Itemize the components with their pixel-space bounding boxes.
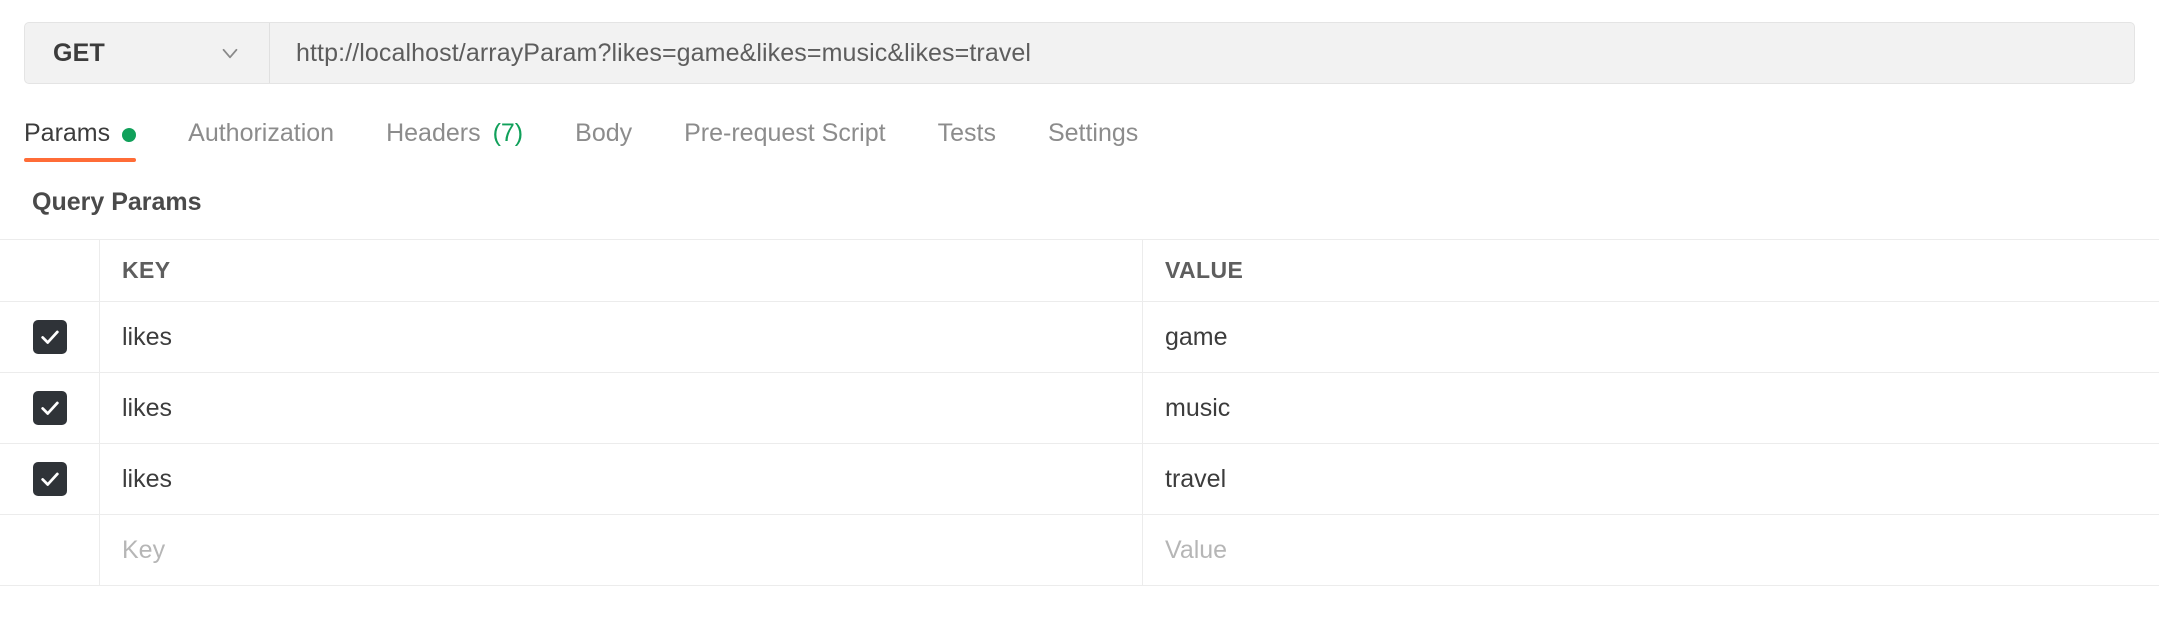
params-modified-dot-icon — [122, 128, 137, 142]
row-checkbox-cell — [0, 444, 100, 514]
query-params-table: KEY VALUE likes game likes music likes t… — [0, 239, 2159, 586]
tab-headers-count: (7) — [492, 119, 524, 147]
row-checkbox-cell-empty — [0, 515, 100, 585]
new-param-key-input[interactable]: Key — [100, 515, 1143, 585]
row-enabled-checkbox[interactable] — [32, 320, 67, 354]
tab-tests[interactable]: Tests — [912, 110, 1022, 162]
param-key-input[interactable]: likes — [100, 444, 1143, 514]
table-header-checkbox-cell — [0, 240, 100, 301]
tab-headers[interactable]: Headers (7) — [360, 110, 549, 162]
query-params-title: Query Params — [32, 188, 202, 216]
table-row: likes game — [0, 302, 2159, 373]
chevron-down-icon — [217, 40, 243, 66]
request-url-input[interactable]: http://localhost/arrayParam?likes=game&l… — [270, 23, 2134, 83]
tab-body[interactable]: Body — [549, 110, 658, 162]
http-method-label: GET — [53, 38, 105, 67]
request-bar-container: GET http://localhost/arrayParam?likes=ga… — [0, 0, 2159, 84]
param-key-input[interactable]: likes — [100, 373, 1143, 443]
request-tabs: Params Authorization Headers (7) Body Pr… — [0, 110, 2159, 162]
tab-authorization[interactable]: Authorization — [162, 110, 360, 162]
param-key-input[interactable]: likes — [100, 302, 1143, 372]
tab-params[interactable]: Params — [24, 110, 162, 162]
param-value-input[interactable]: music — [1143, 373, 2159, 443]
row-enabled-checkbox[interactable] — [32, 462, 67, 496]
tab-settings-label: Settings — [1047, 119, 1139, 147]
row-checkbox-cell — [0, 302, 100, 372]
tab-body-label: Body — [575, 119, 633, 147]
request-url-bar: GET http://localhost/arrayParam?likes=ga… — [24, 22, 2135, 84]
column-header-value: VALUE — [1165, 257, 1244, 283]
param-value-input[interactable]: game — [1143, 302, 2159, 372]
tab-authorization-label: Authorization — [188, 119, 335, 147]
tab-headers-label: Headers — [386, 119, 481, 147]
new-param-value-input[interactable]: Value — [1143, 515, 2159, 585]
table-row: likes music — [0, 373, 2159, 444]
row-checkbox-cell — [0, 373, 100, 443]
tab-tests-label: Tests — [937, 119, 996, 147]
tab-pre-request-script-label: Pre-request Script — [684, 119, 886, 147]
http-method-selector[interactable]: GET — [25, 23, 270, 83]
tab-settings[interactable]: Settings — [1022, 110, 1164, 162]
tab-pre-request-script[interactable]: Pre-request Script — [658, 110, 911, 162]
table-row-empty: Key Value — [0, 515, 2159, 586]
row-enabled-checkbox[interactable] — [32, 391, 67, 425]
table-header-row: KEY VALUE — [0, 240, 2159, 302]
param-value-input[interactable]: travel — [1143, 444, 2159, 514]
column-header-key: KEY — [100, 240, 1143, 301]
tab-params-label: Params — [24, 119, 111, 147]
table-row: likes travel — [0, 444, 2159, 515]
